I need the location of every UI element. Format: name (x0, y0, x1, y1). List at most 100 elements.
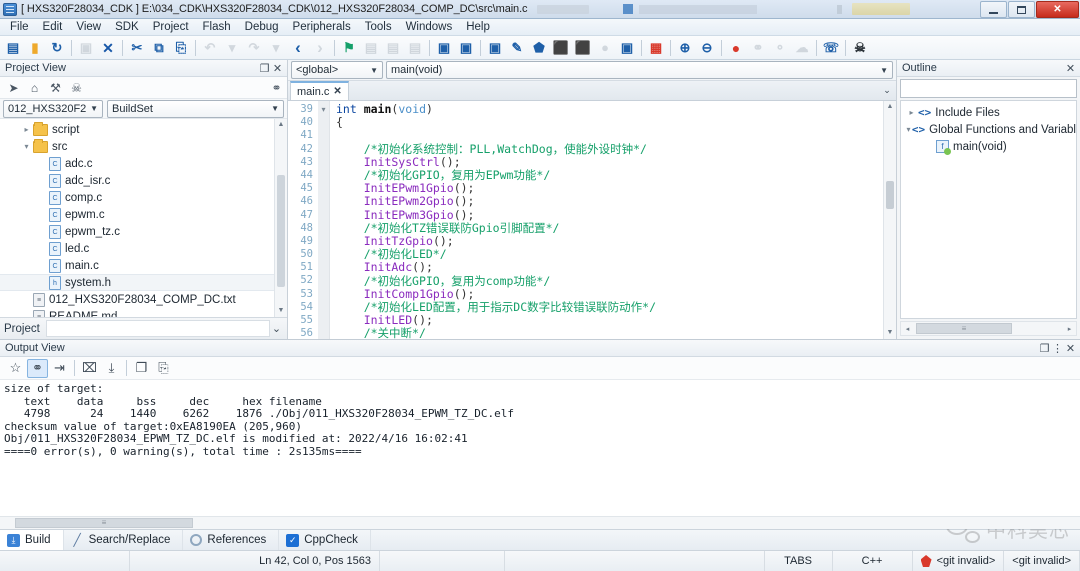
search-project-icon[interactable]: ▣ (485, 38, 505, 58)
status-git-status[interactable]: <git invalid> (1004, 551, 1080, 571)
favorite-icon[interactable]: ☆ (5, 359, 26, 378)
outline-search-input[interactable] (900, 79, 1077, 98)
outline-item[interactable]: ▸ <> Include Files (901, 104, 1076, 121)
scroll-up-icon[interactable]: ▲ (884, 101, 896, 113)
scrollbar-thumb[interactable]: ≡ (916, 323, 1012, 334)
link-icon[interactable]: ⚭ (27, 358, 48, 378)
erase-flash-icon[interactable]: ⬛ (573, 38, 593, 58)
formatter-icon[interactable]: ✎ (507, 38, 527, 58)
record-icon[interactable]: ● (726, 38, 746, 58)
tree-item[interactable]: Cepwm_tz.c (0, 223, 287, 240)
menu-item-file[interactable]: File (3, 20, 36, 34)
home-icon[interactable]: ⌂ (24, 79, 45, 97)
outline-item[interactable]: f main(void) (901, 138, 1076, 155)
editor-vertical-scrollbar[interactable]: ▲ ▼ (883, 101, 896, 339)
tree-item[interactable]: ▸ script (0, 121, 287, 138)
scrollbar-thumb[interactable] (886, 181, 894, 209)
expander-icon[interactable]: ▾ (905, 125, 912, 134)
bottom-tab-references[interactable]: References (183, 530, 280, 550)
status-git-branch[interactable]: <git invalid> (913, 551, 1005, 571)
chevron-down-icon[interactable]: ⌄ (270, 322, 283, 335)
menu-item-help[interactable]: Help (459, 20, 497, 34)
build-tools-icon[interactable]: ⚒ (45, 79, 66, 97)
project-footer-tab[interactable]: Project (4, 323, 40, 335)
bottom-tab-build[interactable]: ⤓ Build (0, 530, 64, 550)
scroll-down-icon[interactable]: ▼ (884, 327, 896, 339)
clear-output-icon[interactable]: ⌧ (79, 359, 100, 378)
undock-icon[interactable]: ❐ (1038, 342, 1051, 355)
tree-item[interactable]: ≡ README.md (0, 308, 287, 317)
save-all-icon[interactable]: ▣ (456, 38, 476, 58)
outline-horizontal-scrollbar[interactable]: ◂ ≡ ▸ (900, 321, 1077, 336)
scroll-right-icon[interactable]: ▸ (1063, 325, 1076, 333)
function-select[interactable]: main(void) ▼ (386, 61, 893, 79)
bug-icon[interactable]: ☠ (66, 79, 87, 97)
close-file-icon[interactable]: ✕ (98, 38, 118, 58)
expander-icon[interactable]: ▾ (20, 142, 33, 151)
menu-item-sdk[interactable]: SDK (108, 20, 146, 34)
tree-item[interactable]: ▾ src (0, 138, 287, 155)
outline-item[interactable]: ▾ <> Global Functions and Variabl (901, 121, 1076, 138)
tree-item[interactable]: ≡ 012_HXS320F28034_COMP_DC.txt (0, 291, 287, 308)
scope-select[interactable]: <global> ▼ (291, 61, 383, 79)
code-fold-bar[interactable]: ▾ (318, 101, 330, 339)
menu-item-edit[interactable]: Edit (36, 20, 70, 34)
output-log-text[interactable]: size of target: text data bss dec hex fi… (0, 380, 1080, 516)
menu-item-windows[interactable]: Windows (399, 20, 460, 34)
menu-item-debug[interactable]: Debug (238, 20, 286, 34)
scroll-left-icon[interactable]: ◂ (901, 325, 914, 333)
chevron-down-icon[interactable]: ⌄ (878, 81, 896, 100)
maximize-button[interactable] (1008, 1, 1035, 18)
menu-item-tools[interactable]: Tools (358, 20, 399, 34)
code-editor[interactable]: 3940414243444546474849505152535455565758… (288, 101, 896, 339)
debug-icon[interactable]: ▣ (617, 38, 637, 58)
close-icon[interactable]: ✕ (1064, 342, 1077, 355)
close-icon[interactable]: ✕ (271, 62, 284, 75)
register-view-icon[interactable]: ▦ (646, 38, 666, 58)
package-icon[interactable]: ⬟ (529, 38, 549, 58)
scrollbar-thumb[interactable] (277, 175, 285, 287)
navigate-icon[interactable]: ➤ (3, 79, 24, 97)
menu-item-project[interactable]: Project (146, 20, 196, 34)
close-icon[interactable]: ✕ (1064, 62, 1077, 75)
paste-output-icon[interactable]: ⎘ (153, 359, 174, 378)
link-icon[interactable]: ⚭ (266, 79, 287, 97)
output-horizontal-scrollbar[interactable]: ≡ (0, 516, 1080, 529)
tree-item[interactable]: Cadc_isr.c (0, 172, 287, 189)
tree-item[interactable]: Cmain.c (0, 257, 287, 274)
wrap-lines-icon[interactable]: ⇥ (49, 359, 70, 378)
cut-icon[interactable]: ✂ (127, 38, 147, 58)
open-folder-icon[interactable]: ▮ (25, 38, 45, 58)
tree-item[interactable]: Ccomp.c (0, 189, 287, 206)
overflow-menu-icon[interactable]: ⋮ (1051, 342, 1064, 355)
new-file-icon[interactable]: ▤ (3, 38, 23, 58)
refresh-icon[interactable]: ↻ (47, 38, 67, 58)
menu-item-flash[interactable]: Flash (196, 20, 238, 34)
minimize-button[interactable] (980, 1, 1007, 18)
close-icon[interactable]: ✕ (333, 86, 341, 97)
close-button[interactable]: ✕ (1036, 1, 1079, 18)
project-tree-scrollbar[interactable]: ▲ ▼ (274, 119, 287, 317)
menu-item-view[interactable]: View (69, 20, 108, 34)
bottom-tab-search-replace[interactable]: ╱ Search/Replace (64, 530, 184, 550)
build-flag-icon[interactable]: ⚑ (339, 38, 359, 58)
buildset-select[interactable]: BuildSet ▼ (107, 99, 284, 118)
bug-icon[interactable]: ☠ (850, 38, 870, 58)
code-fold-toggle[interactable]: ▾ (318, 103, 329, 116)
tree-item[interactable]: Cled.c (0, 240, 287, 257)
editor-tab-main-c[interactable]: main.c ✕ (290, 81, 349, 100)
code-text[interactable]: int main(void){ /*初始化系统控制：PLL,WatchDog，使… (330, 101, 883, 339)
expander-icon[interactable]: ▸ (905, 108, 918, 117)
tree-item[interactable]: h system.h (0, 274, 287, 291)
scroll-down-icon[interactable]: ▼ (275, 305, 287, 317)
project-select[interactable]: 012_HXS320F2 ▼ (3, 99, 103, 118)
expander-icon[interactable]: ▸ (20, 125, 33, 134)
zoom-in-icon[interactable]: ⊕ (675, 38, 695, 58)
paste-icon[interactable]: ⎘ (171, 38, 191, 58)
find-icon[interactable]: ▣ (434, 38, 454, 58)
scrollbar-thumb[interactable]: ≡ (15, 518, 193, 528)
nav-back-icon[interactable]: ‹ (288, 38, 308, 58)
download-flash-icon[interactable]: ⬛ (551, 38, 571, 58)
zoom-out-icon[interactable]: ⊖ (697, 38, 717, 58)
bottom-tab-cppcheck[interactable]: ✓ CppCheck (279, 530, 371, 550)
